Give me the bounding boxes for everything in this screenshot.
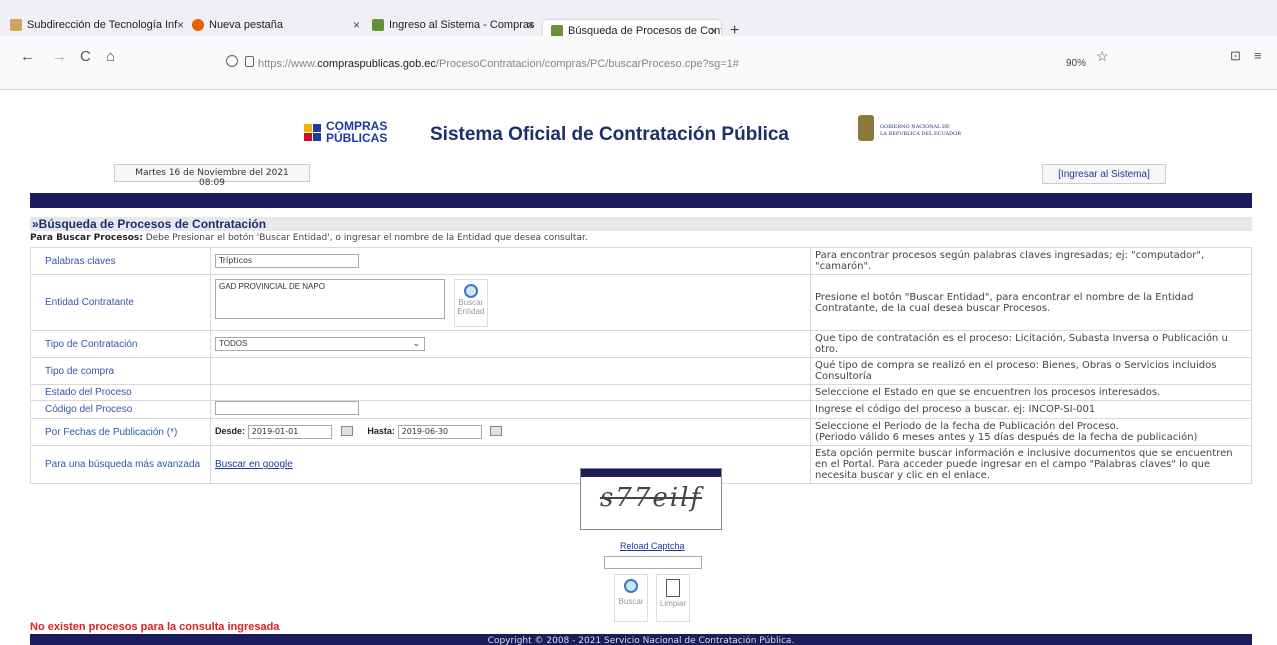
page-title: Sistema Oficial de Contratación Pública xyxy=(430,124,789,145)
buscar-label: Buscar xyxy=(458,297,484,307)
label-entidad: Entidad Contratante xyxy=(30,274,211,331)
close-icon[interactable]: × xyxy=(527,18,534,32)
login-link[interactable]: [Ingresar al Sistema] xyxy=(1042,164,1166,184)
pocket-icon[interactable]: ⊡ xyxy=(1230,48,1241,64)
calendar-icon[interactable] xyxy=(340,426,353,437)
url-bar[interactable]: https://www.compraspublicas.gob.ec/Proce… xyxy=(258,58,739,70)
calendar-icon[interactable] xyxy=(490,426,503,437)
tab-ingreso-sistema[interactable]: Ingreso al Sistema - Compras P × xyxy=(372,14,538,36)
current-date: Martes 16 de Noviembre del 2021 08:09 xyxy=(114,164,310,188)
label-codigo: Código del Proceso xyxy=(30,400,211,419)
blank-document-icon xyxy=(666,579,680,597)
site-favicon-icon xyxy=(10,19,22,31)
zoom-level[interactable]: 90% xyxy=(1066,58,1086,69)
captcha-image: s77eilf xyxy=(580,468,722,530)
logo-mark-icon xyxy=(302,122,324,144)
firefox-icon xyxy=(192,19,204,31)
magnifier-icon xyxy=(624,579,638,593)
help-avanzada: Esta opción permite buscar información e… xyxy=(810,445,1252,484)
entidad-value: GAD PROVINCIAL DE NAPO xyxy=(219,281,325,291)
bookmark-star-icon[interactable]: ☆ xyxy=(1096,48,1109,65)
label-estado: Estado del Proceso xyxy=(30,384,211,401)
label-fechas: Por Fechas de Publicación (*) xyxy=(30,418,211,446)
compras-publicas-logo: COMPRAS PÚBLICAS xyxy=(302,118,388,150)
help-palabras: Para encontrar procesos según palabras c… xyxy=(810,247,1252,275)
instr-text: Debe Presionar el botón 'Buscar Entidad'… xyxy=(142,233,588,243)
chevron-down-icon: ⌄ xyxy=(412,338,420,348)
close-icon[interactable]: × xyxy=(353,18,360,32)
back-icon[interactable]: ← xyxy=(20,48,35,65)
entidad-label: Entidad xyxy=(457,306,485,316)
tab-label: Subdirección de Tecnología Inf xyxy=(27,19,178,31)
header-divider-bar xyxy=(30,193,1252,208)
help-codigo: Ingrese el código del proceso a buscar. … xyxy=(810,400,1252,419)
tab-nueva-pestana[interactable]: Nueva pestaña × xyxy=(192,14,364,36)
label-palabras: Palabras claves xyxy=(30,247,211,275)
label-tipo-compra: Tipo de compra xyxy=(30,357,211,385)
gobierno-ecuador-logo: GOBIERNO NACIONAL DE LA REPUBLICA DEL EC… xyxy=(858,115,988,149)
label-tipo-contratacion: Tipo de Contratación xyxy=(30,330,211,358)
help-tipo-compra: Qué tipo de compra se realizó en el proc… xyxy=(810,357,1252,385)
menu-icon[interactable]: ≡ xyxy=(1254,48,1262,63)
magnifier-icon xyxy=(463,283,478,298)
hasta-label: Hasta: xyxy=(367,426,395,436)
palabras-input[interactable]: Trípticos xyxy=(215,254,359,268)
close-icon[interactable]: × xyxy=(177,18,184,32)
logo-text-2: PÚBLICAS xyxy=(326,131,388,145)
home-icon[interactable]: ⌂ xyxy=(106,48,115,65)
entidad-textarea[interactable]: GAD PROVINCIAL DE NAPO xyxy=(215,278,445,319)
buscar-google-link[interactable]: Buscar en google xyxy=(215,459,293,470)
captcha-header xyxy=(581,469,721,477)
forward-icon[interactable]: → xyxy=(52,48,67,65)
instr-bold: Para Buscar Procesos: xyxy=(30,233,143,243)
lock-icon[interactable] xyxy=(245,56,254,67)
tipo-contratacion-select[interactable]: TODOS ⌄ xyxy=(215,337,425,351)
url-path: /ProcesoContratacion/compras/PC/buscarPr… xyxy=(435,58,739,70)
help-tipo: Que tipo de contratación es el proceso: … xyxy=(810,330,1252,358)
url-prefix: https://www. xyxy=(258,58,318,70)
codigo-input[interactable] xyxy=(215,401,359,415)
coat-of-arms-icon xyxy=(858,115,874,141)
section-title: »Búsqueda de Procesos de Contratación xyxy=(30,217,1252,231)
help-estado: Seleccione el Estado en que se encuentre… xyxy=(810,384,1252,401)
tab-label: Nueva pestaña xyxy=(209,19,283,31)
limpiar-button[interactable]: Limpiar xyxy=(656,574,690,622)
buscar-label: Buscar xyxy=(618,597,644,606)
buscar-entidad-button[interactable]: Buscar Entidad xyxy=(453,278,488,327)
help-fechas-1: Seleccione el Periodo de la fecha de Pub… xyxy=(815,421,1119,432)
desde-input[interactable]: 2019-01-01 xyxy=(247,425,332,439)
hasta-input[interactable]: 2019-06-30 xyxy=(397,425,482,439)
help-fechas-2: (Periodo válido 6 meses antes y 15 días … xyxy=(815,432,1198,443)
no-results-message: No existen procesos para la consulta ing… xyxy=(30,621,280,633)
tab-label: Ingreso al Sistema - Compras P xyxy=(389,19,538,31)
site-favicon-icon xyxy=(372,19,384,31)
footer-copyright: Copyright © 2008 - 2021 Servicio Naciona… xyxy=(30,634,1252,645)
reload-captcha-link[interactable]: Reload Captcha xyxy=(620,541,685,551)
desde-label: Desde: xyxy=(215,426,246,436)
help-fechas: Seleccione el Periodo de la fecha de Pub… xyxy=(810,418,1252,446)
url-domain: compraspublicas.gob.ec xyxy=(317,58,436,70)
logo-gob-text-2: LA REPUBLICA DEL ECUADOR xyxy=(880,131,962,137)
captcha-input[interactable] xyxy=(604,556,702,569)
search-form: Palabras claves Trípticos Para encontrar… xyxy=(30,247,1252,484)
logo-gob-text-1: GOBIERNO NACIONAL DE xyxy=(880,124,950,130)
tipo-value: TODOS xyxy=(219,339,248,348)
shield-icon[interactable] xyxy=(226,55,238,67)
reload-icon[interactable]: C xyxy=(80,48,91,65)
buscar-button[interactable]: Buscar xyxy=(614,574,648,622)
search-instructions: Para Buscar Procesos: Debe Presionar el … xyxy=(30,233,1252,243)
tab-subdireccion[interactable]: Subdirección de Tecnología Inf × xyxy=(10,14,188,36)
help-entidad: Presione el botón "Buscar Entidad", para… xyxy=(810,274,1252,331)
limpiar-label: Limpiar xyxy=(659,599,687,608)
captcha-text: s77eilf xyxy=(599,483,703,513)
label-avanzada: Para una búsqueda más avanzada xyxy=(30,445,211,484)
